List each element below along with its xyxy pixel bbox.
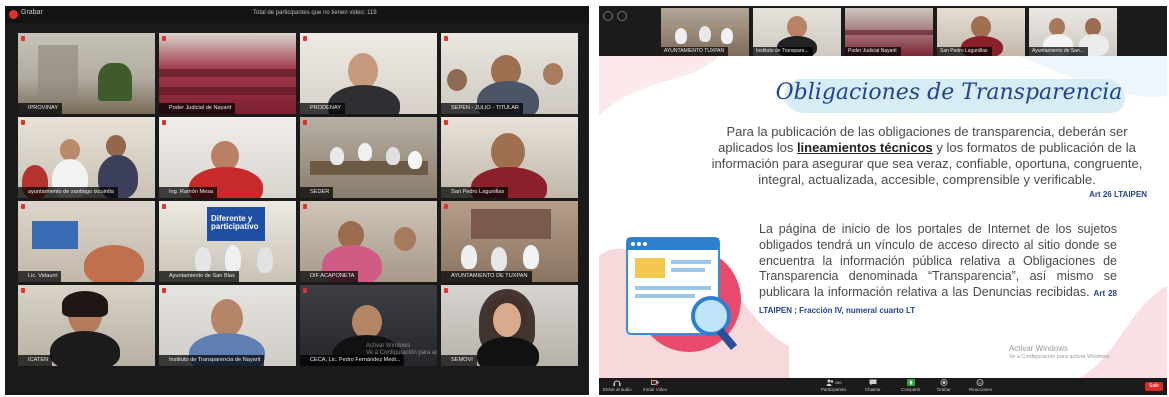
participant-name: ayuntamiento de santiago ixcuintla [18,187,118,198]
video-tile[interactable]: DIF ACAPONETA [300,201,437,282]
reactions-button[interactable]: Reacciones [969,379,992,392]
meeting-toolbar: Entrar al audio Iniciar Video 159 Partic… [599,378,1167,395]
participant-name: PRODENAY [300,103,345,114]
participant-name: DIF ACAPONETA [300,271,359,282]
thumbnail-tile[interactable]: San Pedro Lagunillas [937,8,1025,56]
video-tile[interactable]: Instituto de Transparencia de Nayarit [159,285,296,366]
windows-activation-notice: Activar Windows Ve a Configuración para … [1008,344,1111,360]
thumbnail-tile[interactable]: Instituto de Transpare... [753,8,841,56]
video-tile[interactable]: SEMOVI [441,285,578,366]
record-icon [940,379,948,386]
muted-mic-icon [21,36,25,41]
join-audio-button[interactable]: Entrar al audio [603,379,632,392]
participant-name: Lic. Vidaurri [18,271,62,282]
participant-name: Instituto de Transparencia de Nayarit [159,355,265,366]
active-speaker-tile[interactable]: Diferente y participativo Ayuntamiento d… [159,201,296,282]
muted-mic-icon [303,120,307,125]
muted-mic-icon [444,36,448,41]
muted-mic-icon [162,120,166,125]
muted-mic-icon [162,36,166,41]
muted-mic-icon [303,288,307,293]
thumbnail-tile[interactable]: Poder Judicial Nayarit [845,8,933,56]
video-tile[interactable]: Lic. Vidaurri [18,201,155,282]
video-tile[interactable]: San Pedro Lagunillas [441,117,578,198]
participant-name: Ayuntamiento de San Blas [159,271,239,282]
participants-without-video[interactable]: Total de participantes que no tienen vid… [253,10,377,16]
shared-screen-window: AYUNTAMIENTO TUXPAN Instituto de Transpa… [599,6,1167,395]
participant-name: IPROVINAY [18,103,63,114]
participant-name: Poder Judicial de Nayarit [159,103,236,114]
video-camera-off-icon [651,379,659,386]
muted-mic-icon [21,204,25,209]
participant-name: SEMOVI [441,355,477,366]
web-page-magnifier-illustration [626,237,741,352]
muted-mic-icon [21,288,25,293]
slide-paragraph-1: Para la publicación de las obligaciones … [711,124,1143,187]
muted-mic-icon [444,204,448,209]
video-tile[interactable]: SEPEN - JULIO - TITULAR [441,33,578,114]
video-tile[interactable]: PRODENAY [300,33,437,114]
participant-name: Ing. Ramón Mesa [159,187,218,198]
participant-name: CECA, Lic. Pedro Fernández Medi... [300,355,405,366]
video-tile[interactable]: Poder Judicial de Nayarit [159,33,296,114]
presentation-slide: Obligaciones de Transparencia Para la pu… [599,56,1167,378]
video-tile[interactable]: AYUNTAMIENTO DE TUXPAN [441,201,578,282]
thumbnail-name: Ayuntamiento de San... [1029,47,1088,56]
record-button[interactable]: Grabar [937,379,951,392]
thumbnail-name: AYUNTAMIENTO TUXPAN [661,47,729,56]
video-tile[interactable]: SEDER [300,117,437,198]
banner-text: Diferente y participativo [211,214,259,231]
top-bar: Grabar Total de participantes que no tie… [5,6,589,23]
record-label[interactable]: Grabar [21,9,43,16]
record-icon[interactable] [9,10,18,19]
video-tile[interactable]: Activar Windows Ve a Configuración para … [300,285,437,366]
headphones-icon [613,380,621,386]
participant-name: ICATEN [18,355,53,366]
thumbnail-name: Poder Judicial Nayarit [845,47,901,56]
muted-mic-icon [444,288,448,293]
thumbnail-tile[interactable]: Ayuntamiento de San... [1029,8,1117,56]
share-screen-button[interactable]: Compartir [901,379,920,392]
window-control-icon[interactable] [617,11,627,21]
chat-button[interactable]: Chatear [865,379,881,392]
thumbnail-tile[interactable]: AYUNTAMIENTO TUXPAN [661,8,749,56]
muted-mic-icon [21,120,25,125]
slide-paragraph-2: La página de inicio de los portales de I… [759,222,1117,315]
participant-name: SEPEN - JULIO - TITULAR [441,103,523,114]
participants-icon [826,379,834,386]
video-tile[interactable]: IPROVINAY [18,33,155,114]
start-video-button[interactable]: Iniciar Video [643,379,667,392]
slide-title: Obligaciones de Transparencia [775,80,1123,105]
thumbnail-strip: AYUNTAMIENTO TUXPAN Instituto de Transpa… [661,8,1161,56]
emphasized-term: lineamientos técnicos [796,140,933,155]
video-tile[interactable]: ayuntamiento de santiago ixcuintla [18,117,155,198]
window-control-icon[interactable] [603,11,613,21]
muted-mic-icon [444,120,448,125]
participants-count: 159 [834,380,842,385]
participant-name: San Pedro Lagunillas [441,187,509,198]
muted-mic-icon [162,204,166,209]
thumbnail-name: Instituto de Transpare... [753,47,813,56]
smiley-icon [977,379,984,386]
participant-name: AYUNTAMIENTO DE TUXPAN [441,271,532,282]
video-tile[interactable]: ICATEN [18,285,155,366]
chat-icon [869,379,877,386]
muted-mic-icon [303,36,307,41]
muted-mic-icon [303,204,307,209]
participants-button[interactable]: 159 Participantes [821,379,846,392]
video-grid: IPROVINAY Poder Judicial de Nayarit PROD… [18,33,578,377]
leave-button[interactable]: Salir [1145,382,1163,391]
thumbnail-name: San Pedro Lagunillas [937,47,992,56]
share-screen-icon [906,379,915,386]
participant-name: SEDER [300,187,334,198]
muted-mic-icon [162,288,166,293]
gallery-window: Grabar Total de participantes que no tie… [5,6,589,395]
video-tile[interactable]: Ing. Ramón Mesa [159,117,296,198]
citation-1: Art 26 LTAIPEN [1089,190,1147,199]
